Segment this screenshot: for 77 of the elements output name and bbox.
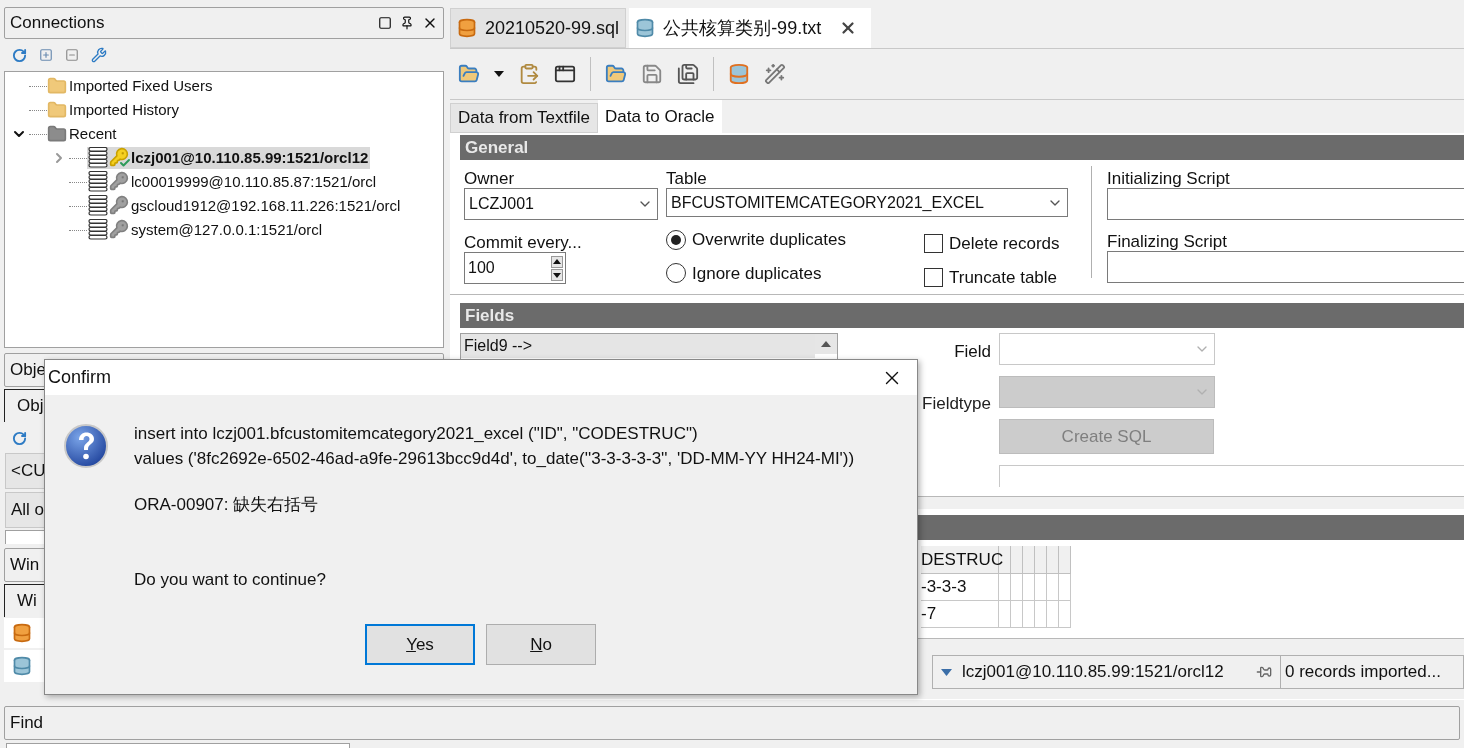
question-icon	[63, 423, 109, 469]
editor-tab[interactable]: 公共核算类别-99.txt	[629, 8, 872, 48]
open-folder-icon[interactable]	[605, 63, 627, 85]
commit-spinbox[interactable]: 100	[464, 252, 566, 284]
sql-statement-line: values ('8fc2692e-6502-46ad-a9fe-29613bcc9d4d', to_date(''3-3-3-3-3'', 'DD-MM-YY HH24-MI'))	[134, 448, 855, 470]
paste-icon[interactable]	[518, 63, 540, 85]
connection-item[interactable]: system@127.0.0.1:1521/orcl	[131, 218, 325, 242]
spin-down-icon[interactable]	[551, 268, 563, 281]
folder-item[interactable]: Imported Fixed Users	[69, 74, 213, 98]
spin-up-icon[interactable]	[551, 255, 563, 268]
dialog-title: Confirm	[48, 366, 111, 389]
editor-tab[interactable]: 20210520-99.sql	[450, 8, 627, 48]
field-label: Owner	[464, 168, 516, 188]
connection-item[interactable]: lc00019999@10.110.85.87:1521/orcl	[131, 170, 379, 194]
dialog-button[interactable]: Yes	[365, 624, 475, 665]
window-icon[interactable]	[554, 63, 576, 85]
error-message: ORA-00907: 缺失右括号	[134, 494, 320, 516]
panel-header: Find	[4, 706, 1460, 740]
save-icon[interactable]	[641, 63, 663, 85]
collapse-all-icon[interactable]	[65, 48, 79, 62]
field-label: Finalizing Script	[1107, 231, 1228, 251]
connection-item[interactable]: gscloud1912@192.168.11.226:1521/orcl	[131, 194, 403, 218]
script-field[interactable]	[1107, 188, 1464, 220]
field-label: Table	[666, 168, 708, 188]
folder-item[interactable]: Recent	[69, 122, 117, 146]
radio-button[interactable]	[666, 263, 686, 284]
sub-tab[interactable]: Data to Oracle	[597, 100, 722, 133]
table-cell	[1035, 601, 1047, 628]
magic-wand-icon[interactable]	[764, 63, 786, 85]
checkbox-label: Delete records	[949, 233, 1060, 255]
script-field[interactable]	[1107, 251, 1464, 283]
expand-all-icon[interactable]	[39, 48, 53, 62]
radio-button[interactable]	[666, 229, 686, 250]
checkbox-label: Truncate table	[949, 266, 1058, 289]
dropdown-triangle-icon	[941, 668, 952, 676]
status-message: 0 records imported...	[1281, 655, 1464, 689]
sql-statement-line: insert into lczj001.bfcustomitemcategory2021_excel ("ID", "CODESTRUC")	[134, 423, 699, 445]
table-combo[interactable]: BFCUSTOMITEMCATEGORY2021_EXCEL	[666, 188, 1068, 217]
refresh-icon[interactable]	[12, 430, 27, 446]
database-icon	[87, 147, 109, 169]
dialog-button[interactable]: No	[486, 624, 596, 665]
section-header: General	[460, 135, 1464, 160]
wrench-icon[interactable]	[91, 47, 107, 63]
field-combo[interactable]	[999, 333, 1215, 365]
field-label: Fieldtype	[922, 392, 991, 415]
function-field[interactable]	[999, 465, 1464, 487]
pin-icon[interactable]	[400, 16, 414, 30]
dropdown-triangle-icon[interactable]	[494, 71, 504, 77]
folder-icon	[47, 76, 67, 96]
radio-label: Overwrite duplicates	[692, 229, 846, 251]
maximize-icon[interactable]	[378, 16, 392, 30]
folder-icon	[47, 100, 67, 120]
connection-combo[interactable]: lczj001@10.110.85.99:1521/orcl12	[932, 655, 1281, 689]
table-cell	[1059, 601, 1071, 628]
table-cell: -7	[921, 601, 999, 628]
database-icon	[87, 195, 109, 217]
table-cell	[999, 601, 1011, 628]
database-icon	[87, 171, 109, 193]
table-cell	[1011, 601, 1023, 628]
folder-item[interactable]: Imported History	[69, 98, 180, 122]
field-label: Commit every...	[464, 232, 583, 252]
refresh-icon[interactable]	[12, 47, 27, 63]
save-as-icon[interactable]	[677, 63, 699, 85]
open-folder-icon[interactable]	[458, 63, 480, 85]
sub-tab[interactable]: Data from Textfile	[450, 103, 598, 133]
section-header: Fields	[460, 303, 1464, 328]
field-label: Field	[954, 341, 991, 363]
radio-label: Ignore duplicates	[692, 262, 822, 285]
database-icon	[87, 219, 109, 241]
owner-combo[interactable]: LCZJ001	[464, 188, 658, 220]
checkbox[interactable]	[924, 267, 943, 287]
checkbox[interactable]	[924, 234, 943, 254]
scroll-up-icon[interactable]	[815, 334, 837, 354]
field-label: Initializing Script	[1107, 168, 1231, 188]
panel-title: Connections	[10, 12, 105, 35]
table-cell	[1023, 601, 1035, 628]
table-cell	[1047, 601, 1059, 628]
